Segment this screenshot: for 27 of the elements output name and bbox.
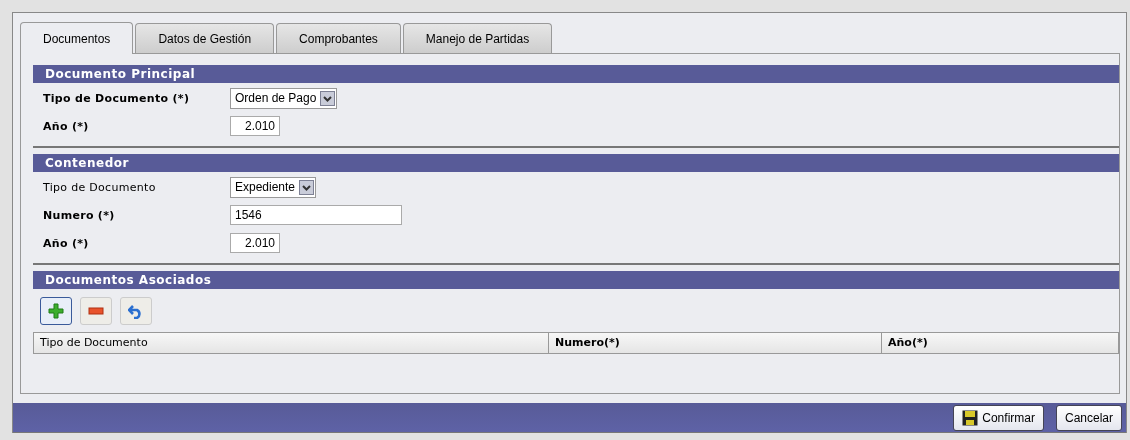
undo-button[interactable] [120,297,152,325]
confirm-button[interactable]: Confirmar [953,404,1044,431]
plus-icon [48,303,64,319]
input-field[interactable]: 2.010 [230,233,280,253]
tab[interactable]: Comprobantes [276,23,401,53]
input-field[interactable]: 2.010 [230,116,280,136]
tab[interactable]: Manejo de Partidas [402,23,553,53]
section-header: Documentos Asociados [33,271,1119,289]
column-header: Numero(*) [548,333,881,353]
field-label: Numero (*) [43,208,116,222]
field-label: Año (*) [43,119,90,133]
dropdown[interactable]: Expediente [230,176,317,198]
plus-button[interactable] [40,297,72,325]
tab[interactable]: Datos de Gestión [135,23,275,53]
field-label: Año (*) [43,236,90,250]
column-header: Año(*) [881,333,1118,353]
cancel-button[interactable]: Cancelar [1055,404,1122,431]
field-label: Tipo de Documento [43,180,157,194]
input-field[interactable]: 1546 [230,205,402,225]
minus-button[interactable] [80,297,112,325]
dropdown[interactable]: Orden de Pago [230,87,338,109]
field-label: Tipo de Documento (*) [43,91,191,105]
section-header: Documento Principal [33,65,1119,83]
column-header: Tipo de Documento [39,335,149,351]
section-header: Contenedor [33,154,1119,172]
tab[interactable]: Documentos [20,22,134,54]
undo-icon [128,303,144,319]
